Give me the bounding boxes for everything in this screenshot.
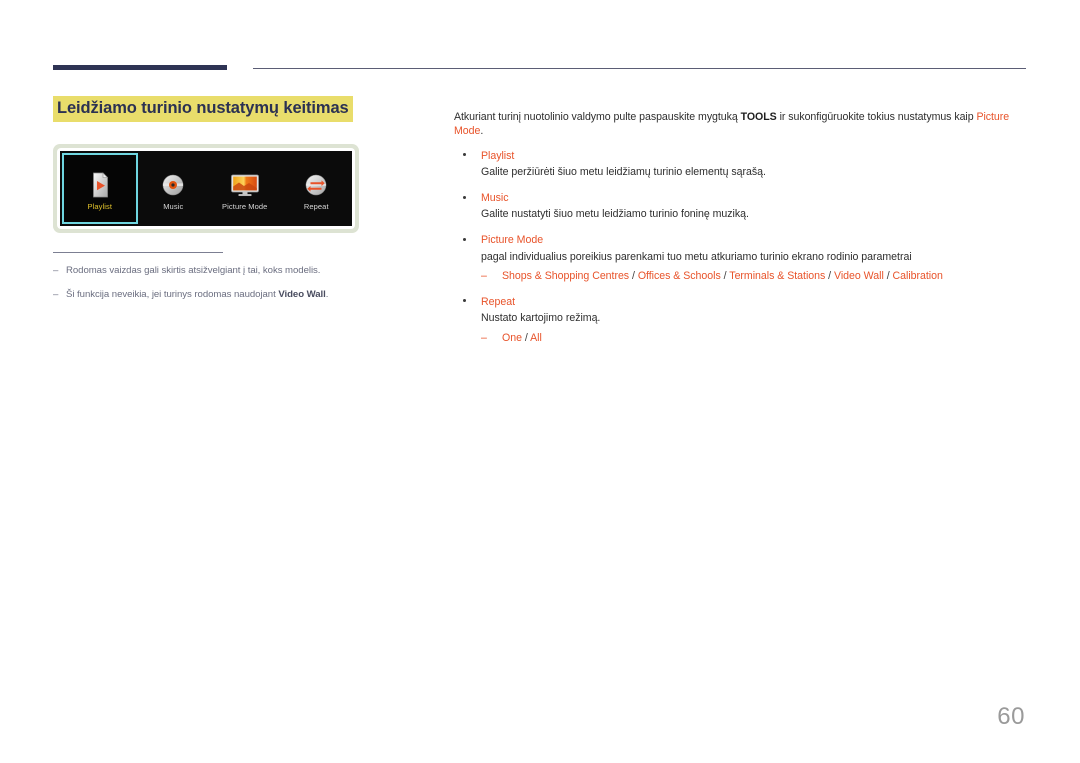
note-text-after: . xyxy=(325,288,329,300)
bullet-dot-icon xyxy=(463,195,466,199)
list-item-title: Repeat xyxy=(481,295,515,308)
left-column: Leidžiamo turinio nustatymų keitimas xyxy=(53,96,423,122)
bullet-dot-icon xyxy=(463,237,466,241)
page-number: 60 xyxy=(997,703,1025,730)
intro-paragraph: Atkuriant turinį nuotolinio valdymo pult… xyxy=(454,110,1029,139)
osd-label-picture-mode: Picture Mode xyxy=(222,201,268,211)
list-item-title: Picture Mode xyxy=(481,234,544,247)
note-item: ‒ Rodomas vaizdas gali skirtis atsižvelgi… xyxy=(53,264,423,278)
osd-frame-inner: Playlist Music Picture Mode Repeat xyxy=(57,148,355,229)
list-item-title: Playlist xyxy=(481,149,515,162)
tools-key-label: TOOLS xyxy=(740,110,777,123)
sub-dash: ‒ xyxy=(481,269,487,282)
list-item-desc: pagal individualius poreikius parenkami … xyxy=(481,250,912,263)
osd-label-repeat: Repeat xyxy=(303,201,329,211)
sub-option: Video Wall xyxy=(834,269,884,282)
sub-options: ‒ One / All xyxy=(481,331,1029,346)
sub-option: Terminals & Stations xyxy=(729,269,826,282)
intro-part2: ir sukonfigūruokite tokius nustatymus ka… xyxy=(776,110,977,123)
sub-dash: ‒ xyxy=(481,331,487,344)
sub-option: Calibration xyxy=(892,269,943,282)
sub-option: All xyxy=(530,331,542,344)
notes-block: ‒ Rodomas vaizdas gali skirtis atsižvelgi… xyxy=(53,252,423,312)
header-rule xyxy=(253,68,1026,69)
note-bold-term: Video Wall xyxy=(278,288,326,300)
note-text: Rodomas vaizdas gali skirtis atsižvelgia… xyxy=(66,265,321,276)
sub-option: Shops & Shopping Centres xyxy=(502,269,630,282)
list-item: Picture Mode pagal individualius poreiki… xyxy=(454,233,1029,284)
music-disc-icon xyxy=(156,170,190,200)
intro-part1: Atkuriant turinį nuotolinio valdymo pult… xyxy=(454,110,741,123)
list-item-desc: Galite nustatyti šiuo metu leidžiamo tur… xyxy=(481,208,749,221)
osd-item-playlist[interactable]: Playlist xyxy=(62,153,138,224)
playlist-file-play-icon xyxy=(83,170,117,200)
settings-list: Playlist Galite peržiūrėti šiuo metu lei… xyxy=(454,149,1029,346)
section-accent-bar xyxy=(53,65,227,70)
manual-page: Leidžiamo turinio nustatymų keitimas Pla… xyxy=(0,0,1080,763)
note-text-before: Ši funkcija neveikia, jei turinys rodoma… xyxy=(66,288,279,300)
page-title: Leidžiamo turinio nustatymų keitimas xyxy=(53,96,353,122)
sub-option: Offices & Schools xyxy=(637,269,721,282)
picture-mode-monitor-icon xyxy=(228,170,262,200)
osd-panel: Playlist Music Picture Mode Repeat xyxy=(60,151,352,226)
list-item: Playlist Galite peržiūrėti šiuo metu lei… xyxy=(454,149,1029,181)
list-item-desc: Galite peržiūrėti šiuo metu leidžiamų tu… xyxy=(481,166,766,179)
bullet-dot-icon xyxy=(463,153,466,157)
osd-label-playlist: Playlist xyxy=(87,201,113,211)
sub-options: ‒ Shops & Shopping Centres / Offices & Sc… xyxy=(481,269,1029,284)
list-item-title: Music xyxy=(481,192,509,205)
note-dash: ‒ xyxy=(53,288,59,300)
osd-item-repeat[interactable]: Repeat xyxy=(281,151,353,226)
repeat-arrows-icon xyxy=(299,170,333,200)
sub-options-text: One / All xyxy=(502,331,542,344)
notes-divider xyxy=(53,252,223,253)
osd-item-music[interactable]: Music xyxy=(138,151,210,226)
note-item: ‒ Ši funkcija neveikia, jei turinys rodom… xyxy=(53,288,423,302)
bullet-dot-icon xyxy=(463,299,466,303)
list-item-desc: Nustato kartojimo režimą. xyxy=(481,312,601,325)
sub-option: One xyxy=(502,331,522,344)
osd-menu-screenshot: Playlist Music Picture Mode Repeat xyxy=(53,144,359,233)
list-item: Music Galite nustatyti šiuo metu leidžia… xyxy=(454,191,1029,223)
osd-label-music: Music xyxy=(163,201,184,211)
right-column: Atkuriant turinį nuotolinio valdymo pult… xyxy=(454,99,1029,356)
sub-options-text: Shops & Shopping Centres / Offices & Sch… xyxy=(502,269,943,282)
list-item: Repeat Nustato kartojimo režimą. ‒ One / … xyxy=(454,295,1029,346)
osd-item-picture-mode[interactable]: Picture Mode xyxy=(209,151,281,226)
note-dash: ‒ xyxy=(53,265,59,276)
intro-part3: . xyxy=(480,125,484,138)
